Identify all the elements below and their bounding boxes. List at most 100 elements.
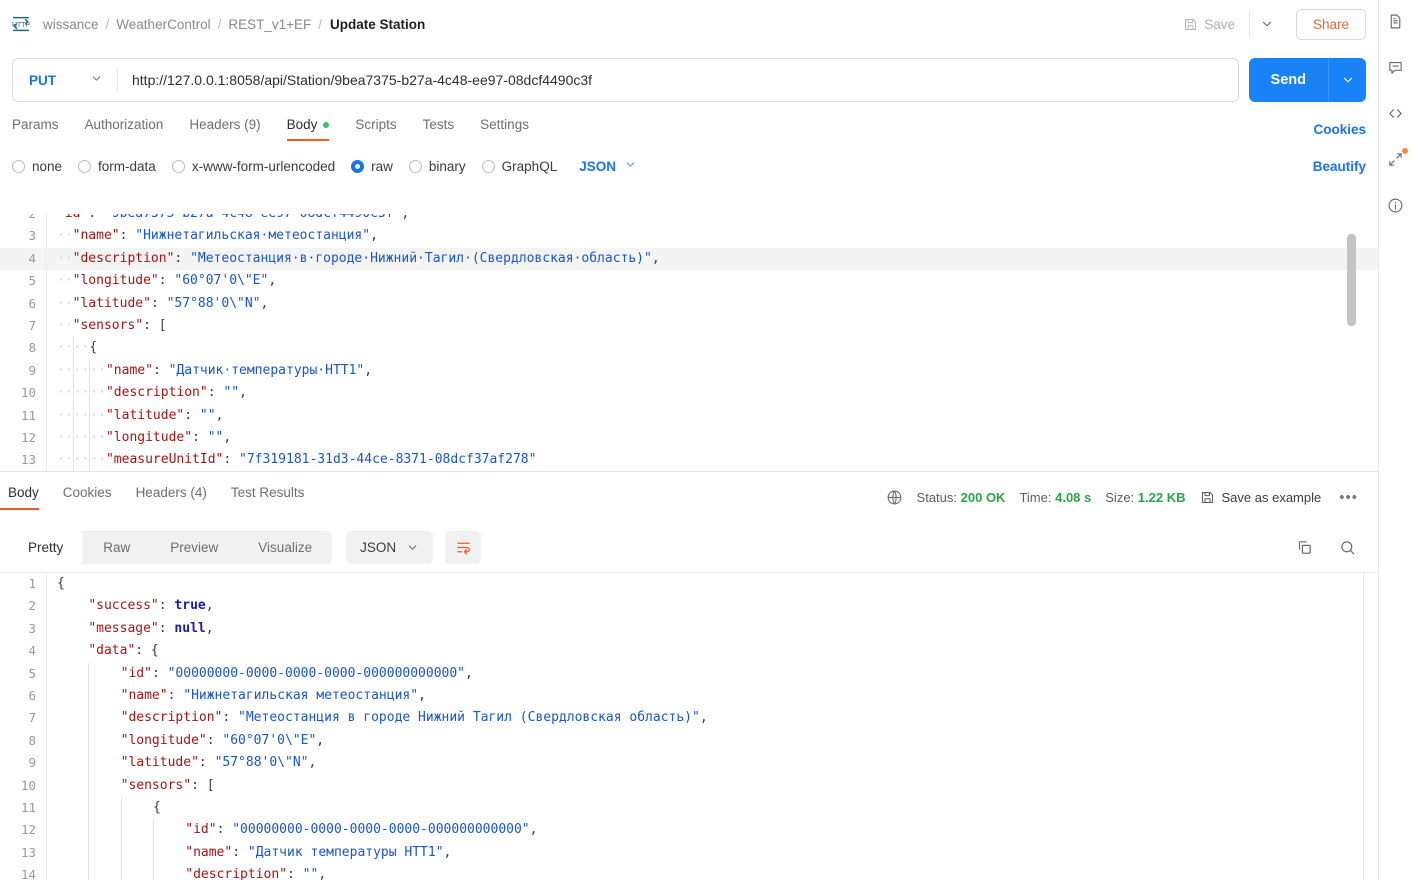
response-view-raw[interactable]: Raw — [83, 531, 150, 564]
code-line[interactable]: 10 ······"description": "", — [0, 382, 1378, 405]
code-line[interactable]: 2 "success": true, — [0, 595, 1378, 618]
response-tab-body[interactable]: Body — [0, 485, 51, 510]
code-content: ······"longitude": "", — [46, 426, 1378, 450]
request-tab-scripts[interactable]: Scripts — [355, 117, 396, 141]
code-line[interactable]: 6 "name": "Нижнетагильская метеостанция"… — [0, 684, 1378, 708]
search-icon[interactable] — [1339, 539, 1356, 556]
body-type-graphql[interactable]: GraphQL — [481, 159, 557, 174]
request-tab-tests[interactable]: Tests — [423, 117, 455, 141]
save-as-example-button[interactable]: Save as example — [1200, 490, 1321, 505]
code-line[interactable]: 5 "id": "00000000-0000-0000-0000-0000000… — [0, 662, 1378, 685]
request-tab-settings[interactable]: Settings — [480, 117, 529, 141]
request-tab-body[interactable]: Body — [286, 117, 330, 141]
code-line[interactable]: 8 "longitude": "60°07'0\"E", — [0, 729, 1378, 753]
method-select[interactable]: PUT — [13, 59, 117, 101]
code-line[interactable]: 3 ··"name": "Нижнетагильская·метеостанция… — [0, 225, 1378, 248]
code-line[interactable]: 12 ······"longitude": "", — [0, 426, 1378, 450]
body-type-x-www-form-urlencoded[interactable]: x-www-form-urlencoded — [171, 158, 336, 174]
documentation-icon[interactable] — [1385, 10, 1407, 32]
code-content: { — [46, 573, 1378, 596]
expand-icon[interactable] — [1385, 148, 1408, 170]
code-content: ··"longitude": "60°07'0\"E", — [46, 270, 1378, 293]
time-value: 4.08 s — [1055, 489, 1092, 505]
save-options-caret[interactable] — [1248, 11, 1284, 37]
code-line[interactable]: 10 "sensors": [ — [0, 774, 1378, 797]
info-icon[interactable] — [1385, 194, 1407, 216]
body-type-binary[interactable]: binary — [408, 159, 466, 174]
request-tab-label: Authorization — [84, 117, 164, 132]
url-input-wrapper: PUT — [12, 58, 1239, 102]
beautify-link[interactable]: Beautify — [1313, 159, 1366, 174]
line-number: 8 — [28, 340, 36, 356]
body-type-form-data[interactable]: form-data — [78, 159, 156, 174]
code-content: ··"description": "Метеостанция·в·городе·… — [46, 247, 1378, 271]
response-view-visualize[interactable]: Visualize — [238, 531, 332, 564]
code-line[interactable]: 9 ······"name": "Датчик·температуры·HTT1"… — [0, 359, 1378, 383]
code-line[interactable]: 5 ··"longitude": "60°07'0\"E", — [0, 270, 1378, 293]
code-line[interactable]: 3 "message": null, — [0, 617, 1378, 641]
send-options-caret[interactable] — [1328, 58, 1366, 102]
breadcrumb-separator: / — [318, 16, 323, 32]
save-icon — [1201, 491, 1213, 503]
code-line[interactable]: 7 ··"sensors": [ — [0, 314, 1378, 338]
body-type-none[interactable]: none — [12, 159, 62, 174]
line-number: 6 — [28, 687, 36, 703]
breadcrumb-separator: / — [217, 16, 222, 32]
response-body-editor[interactable]: 1{2 "success": true, 3 "message": null, 4 … — [0, 572, 1378, 880]
code-line[interactable]: 13 "name": "Датчик температуры HTT1", — [0, 841, 1378, 865]
code-line[interactable]: 9 "latitude": "57°88'0\"N", — [0, 752, 1378, 775]
send-button[interactable]: Send — [1248, 58, 1328, 102]
send-group: Send — [1248, 58, 1366, 102]
response-view-pretty[interactable]: Pretty — [8, 530, 84, 564]
code-line[interactable]: 6 ··"latitude": "57°88'0\"N", — [0, 292, 1378, 315]
request-scrollbar-thumb[interactable] — [1347, 234, 1356, 326]
request-body-editor[interactable]: 2"id": "9bea7375-b27a-4c48-ee97-08dcf449… — [0, 214, 1378, 472]
http-icon: HTTP — [10, 13, 32, 35]
response-tab-test-results[interactable]: Test Results — [219, 485, 317, 510]
request-code-scroll[interactable]: 2"id": "9bea7375-b27a-4c48-ee97-08dcf449… — [0, 214, 1378, 472]
body-type-raw[interactable]: raw — [351, 159, 393, 174]
breadcrumb-folder[interactable]: REST_v1+EF — [227, 17, 312, 32]
response-code-scroll[interactable]: 1{2 "success": true, 3 "message": null, 4 … — [0, 573, 1378, 880]
code-line[interactable]: 8 ····{ — [0, 337, 1378, 360]
radio-icon — [12, 159, 25, 173]
body-type-label: x-www-form-urlencoded — [191, 158, 336, 174]
line-number: 3 — [28, 228, 36, 244]
breadcrumb-workspace[interactable]: wissance — [42, 17, 100, 32]
response-view-switch: Pretty Raw Preview Visualize — [8, 530, 333, 564]
url-input[interactable] — [118, 59, 1238, 101]
code-icon[interactable] — [1385, 102, 1407, 124]
code-line[interactable]: 1{ — [0, 573, 1378, 596]
save-button[interactable]: Save — [1173, 11, 1245, 38]
cookies-link[interactable]: Cookies — [1313, 122, 1366, 137]
response-format-label: JSON — [360, 539, 397, 555]
response-view-preview[interactable]: Preview — [150, 531, 238, 564]
share-button[interactable]: Share — [1295, 8, 1366, 40]
request-tab-headers-9[interactable]: Headers (9) — [189, 117, 260, 141]
request-tab-params[interactable]: Params — [12, 117, 59, 141]
request-response-divider[interactable] — [0, 471, 1378, 472]
radio-icon — [481, 159, 495, 173]
code-line[interactable]: 13 ······"measureUnitId": "7f319181-31d3-… — [0, 449, 1378, 472]
breadcrumb-collection[interactable]: WeatherControl — [115, 17, 211, 32]
request-tab-authorization[interactable]: Authorization — [85, 117, 164, 141]
code-line[interactable]: 14 "description": "", — [0, 864, 1378, 880]
response-tab-cookies[interactable]: Cookies — [51, 485, 124, 510]
code-content: ······"latitude": "", — [46, 404, 1378, 427]
code-line[interactable]: 11 { — [0, 796, 1378, 820]
code-line[interactable]: 11 ······"latitude": "", — [0, 404, 1378, 427]
request-tab-label: Settings — [480, 117, 529, 132]
request-format-select[interactable]: JSON — [579, 158, 637, 174]
copy-icon[interactable] — [1296, 539, 1313, 556]
code-line[interactable]: 2"id": "9bea7375-b27a-4c48-ee97-08dcf449… — [0, 214, 1378, 226]
response-tab-headers-4[interactable]: Headers (4) — [124, 485, 219, 510]
code-line[interactable]: 12 "id": "00000000-0000-0000-0000-000000… — [0, 819, 1378, 842]
response-more-icon[interactable]: ••• — [1335, 489, 1362, 506]
response-format-select[interactable]: JSON — [346, 530, 434, 564]
code-line[interactable]: 4 ··"description": "Метеостанция·в·городе… — [0, 247, 1378, 271]
response-status-bar: Status: 200 OK Time: 4.08 s Size: 1.22 K… — [886, 489, 1378, 506]
wrap-text-button[interactable] — [445, 530, 482, 564]
code-line[interactable]: 4 "data": { — [0, 640, 1378, 663]
comment-icon[interactable] — [1385, 56, 1407, 78]
code-line[interactable]: 7 "description": "Метеостанция в городе … — [0, 707, 1378, 730]
